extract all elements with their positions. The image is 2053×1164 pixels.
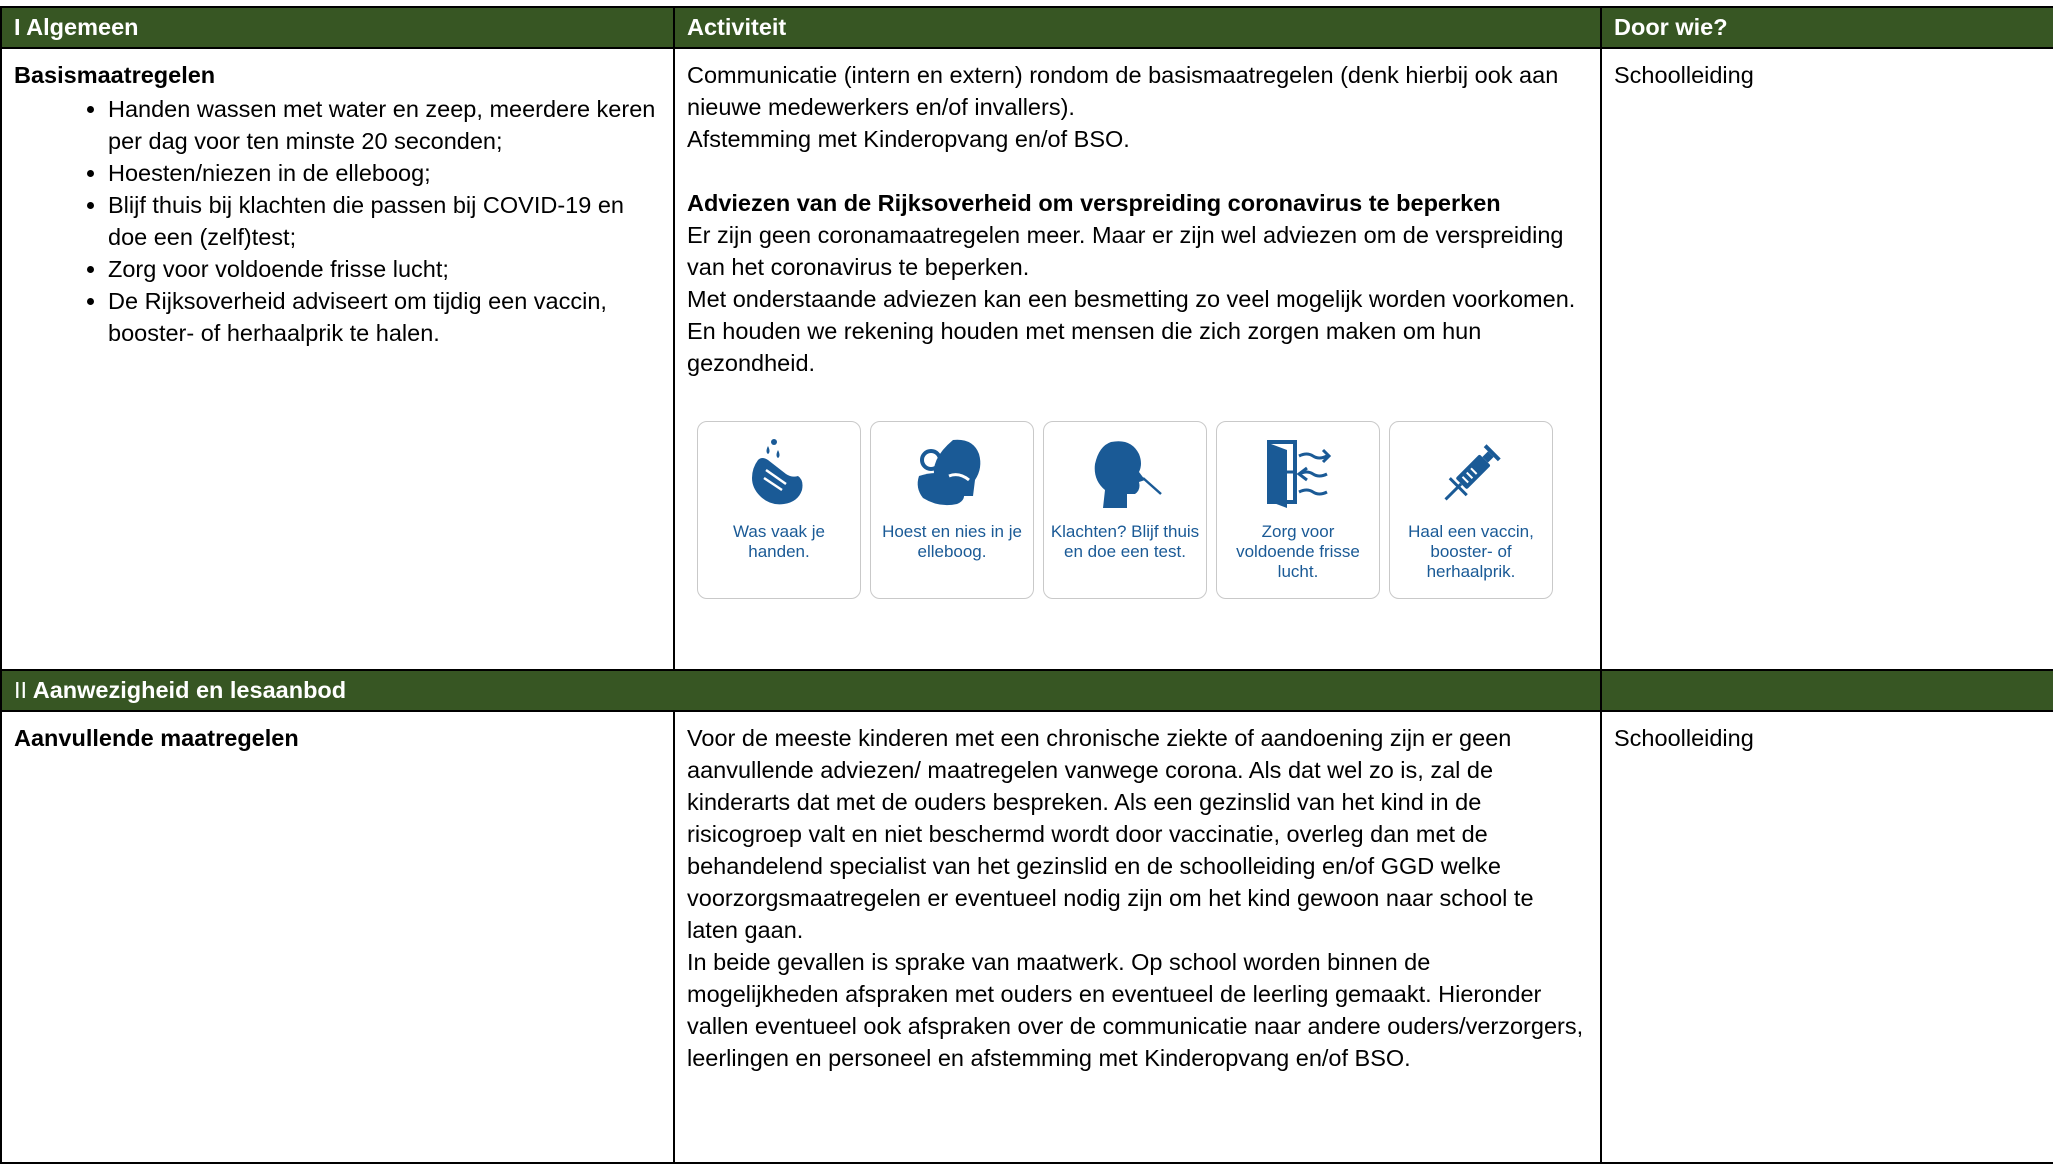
hand-wash-icon (752, 439, 803, 505)
symptoms-test-icon (1094, 441, 1162, 508)
vaccine-icon (1444, 444, 1501, 501)
advice-card: Was vaak je handen. (697, 421, 861, 599)
list-item: De Rijksoverheid adviseert om tijdig een… (108, 285, 661, 349)
list-item: Handen wassen met water en zeep, meerder… (108, 93, 661, 157)
section-number: II (14, 677, 28, 703)
advice-card: Zorg voor voldoende frisse lucht. (1216, 421, 1380, 599)
advice-icons: Was vaak je handen. Hoest en nies in je … (697, 421, 1588, 599)
table-row: Aanvullende maatregelen Voor de meeste k… (0, 710, 2053, 1164)
section-title: Aanwezigheid en lesaanbod (32, 677, 347, 703)
list-item: Zorg voor voldoende frisse lucht; (108, 253, 661, 285)
icon-caption: Haal een vaccin, booster- of herhaalprik… (1408, 522, 1534, 581)
aanvullende-cell: Aanvullende maatregelen (0, 710, 675, 1164)
advice-heading: Adviezen van de Rijksoverheid om verspre… (687, 190, 1501, 216)
header-activiteit: Activiteit (673, 6, 1602, 49)
measures-list: Handen wassen met water en zeep, meerder… (14, 93, 661, 349)
activity-cell: Voor de meeste kinderen met een chronisc… (673, 710, 1602, 1164)
responsible-cell: Schoolleiding (1600, 47, 2053, 671)
table-header-row: I Algemeen Activiteit Door wie? (0, 6, 2053, 49)
list-item: Hoesten/niezen in de elleboog; (108, 157, 661, 189)
header-door-wie: Door wie? (1600, 6, 2053, 49)
section-header-empty (1600, 669, 2053, 712)
table-row: Basismaatregelen Handen wassen met water… (0, 47, 2053, 671)
icon-caption: Klachten? Blijf thuis en doe een test. (1050, 522, 1200, 561)
responsible-cell: Schoolleiding (1600, 710, 2053, 1164)
activity-text: In beide gevallen is sprake van maatwerk… (687, 949, 1584, 1071)
fresh-air-icon (1267, 440, 1332, 508)
measures-table: I Algemeen Activiteit Door wie? Basismaa… (0, 6, 2053, 1164)
row-title: Aanvullende maatregelen (14, 725, 299, 751)
activity-text: Voor de meeste kinderen met een chronisc… (687, 725, 1534, 943)
section-header-row: II Aanwezigheid en lesaanbod (0, 669, 2053, 712)
icon-caption: Hoest en nies in je elleboog. (882, 522, 1022, 561)
activity-text: Afstemming met Kinderopvang en/of BSO. (687, 126, 1130, 152)
icon-caption: Was vaak je handen. (733, 522, 825, 561)
list-item: Blijf thuis bij klachten die passen bij … (108, 189, 661, 253)
advice-text: Met onderstaande adviezen kan een besmet… (687, 286, 1576, 376)
activity-text: Communicatie (intern en extern) rondom d… (687, 62, 1559, 120)
row-title: Basismaatregelen (14, 62, 216, 88)
basismaatregelen-cell: Basismaatregelen Handen wassen met water… (0, 47, 675, 671)
icon-caption: Zorg voor voldoende frisse lucht. (1236, 522, 1360, 581)
advice-card: Klachten? Blijf thuis en doe een test. (1043, 421, 1207, 599)
advice-card: Hoest en nies in je elleboog. (870, 421, 1034, 599)
advice-text: Er zijn geen coronamaatregelen meer. Maa… (687, 222, 1564, 280)
header-algemeen: I Algemeen (0, 6, 675, 49)
section-header-aanwezigheid: II Aanwezigheid en lesaanbod (0, 669, 1602, 712)
cough-elbow-icon (917, 439, 981, 506)
advice-card: Haal een vaccin, booster- of herhaalprik… (1389, 421, 1553, 599)
activity-cell: Communicatie (intern en extern) rondom d… (673, 47, 1602, 671)
